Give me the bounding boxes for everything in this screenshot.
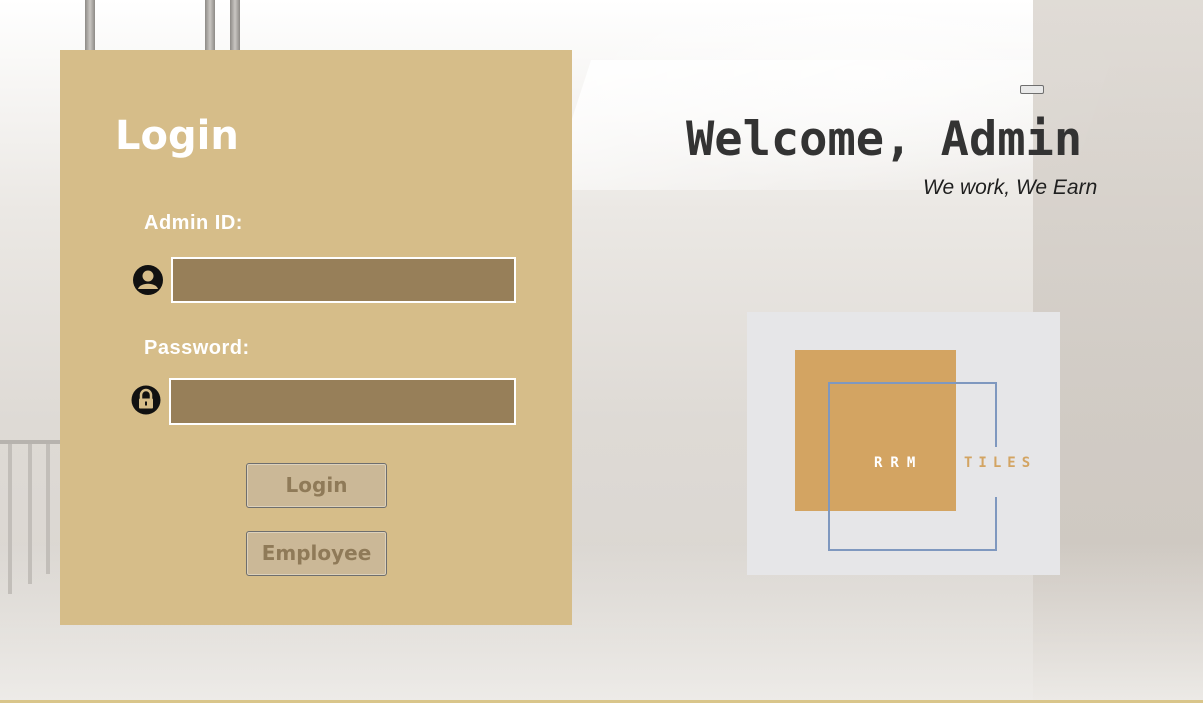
welcome-heading: Welcome, Admin (686, 112, 1083, 167)
admin-id-label: Admin ID: (144, 212, 243, 234)
login-panel: Login Admin ID: Password: Login Employee (60, 50, 572, 625)
background-baluster (8, 444, 12, 594)
company-logo: RRM TILES (747, 312, 1060, 575)
tagline: We work, We Earn (923, 176, 1098, 199)
ceiling-fixture (1020, 85, 1044, 94)
password-label: Password: (144, 337, 250, 359)
logo-brand-text: RRM (874, 455, 924, 471)
user-icon (133, 265, 163, 295)
employee-button[interactable]: Employee (246, 531, 387, 576)
background-pillar (205, 0, 215, 50)
login-title: Login (115, 113, 239, 159)
background-baluster (46, 444, 50, 574)
password-input[interactable] (169, 378, 516, 425)
background-baluster (28, 444, 32, 584)
logo-subtitle-text: TILES (964, 455, 1037, 471)
login-button[interactable]: Login (246, 463, 387, 508)
admin-id-input[interactable] (171, 257, 516, 303)
lock-icon (131, 385, 161, 415)
background-pillar (85, 0, 95, 50)
background-pillar (230, 0, 240, 50)
